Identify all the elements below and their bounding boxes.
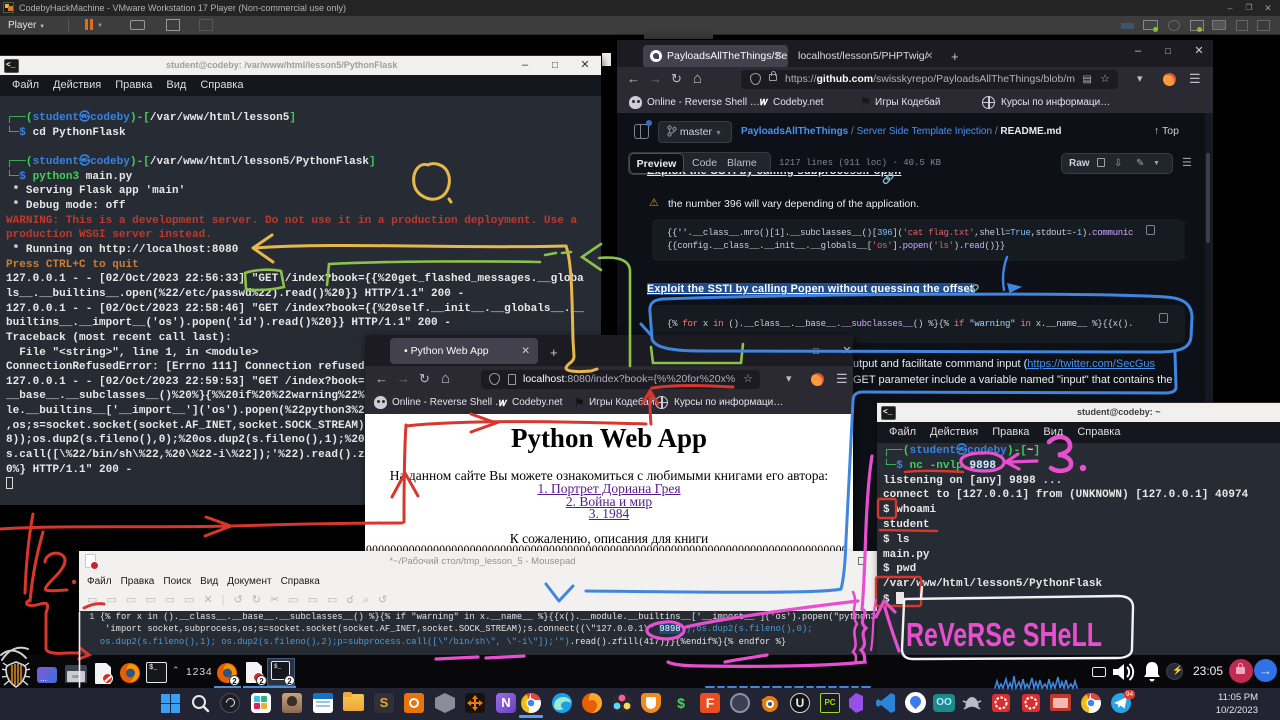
svg-text:ReVeRSe SHeLL: ReVeRSe SHeLL	[906, 616, 1102, 653]
